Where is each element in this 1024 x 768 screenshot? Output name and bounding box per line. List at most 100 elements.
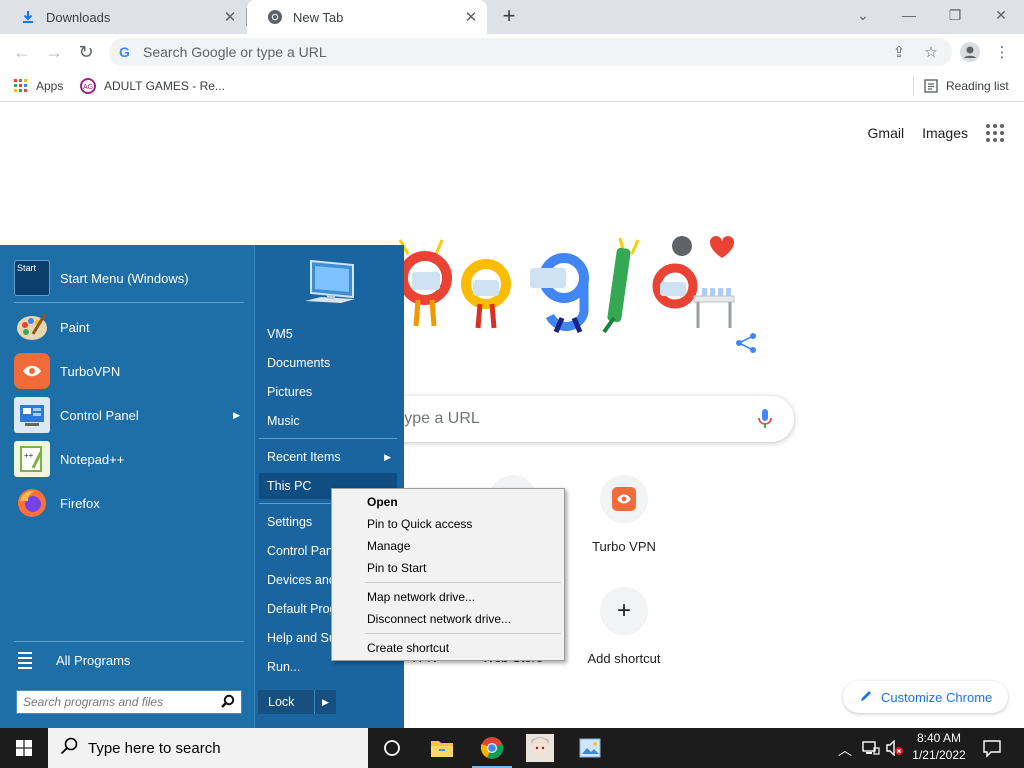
reading-list-label: Reading list: [946, 79, 1009, 93]
shortcut-label: Add shortcut: [587, 651, 661, 666]
google-doodle[interactable]: [380, 228, 770, 378]
windows-start-button[interactable]: [0, 728, 48, 768]
site-favicon-icon: AG: [80, 78, 96, 94]
show-hidden-icons-chevron-icon[interactable]: ︿: [838, 740, 852, 760]
clock-time: 8:40 AM: [916, 731, 962, 745]
start-item-firefox[interactable]: Firefox: [14, 483, 250, 523]
recent-items-label: Recent Items: [267, 450, 341, 464]
ntp-search-box[interactable]: r type a URL: [380, 396, 794, 442]
customize-label: Customize Chrome: [881, 689, 993, 705]
start-item-turbovpn[interactable]: TurboVPN: [14, 351, 250, 391]
computer-icon: [301, 257, 359, 318]
submenu-arrow-icon: ▶: [233, 409, 240, 420]
google-g-icon: G: [119, 44, 130, 60]
start-item-paint[interactable]: Paint: [14, 307, 250, 347]
restore-icon[interactable]: ❐: [932, 0, 978, 30]
bookmark-adult-games[interactable]: AG ADULT GAMES - Re...: [80, 76, 225, 96]
control-panel-icon: [14, 397, 50, 433]
folder-icon: [431, 741, 453, 757]
reading-list-button[interactable]: Reading list: [924, 76, 1009, 96]
search-icon[interactable]: [221, 694, 235, 713]
tab-search-icon[interactable]: ⌄: [840, 0, 886, 30]
context-item-create-shortcut[interactable]: Create shortcut: [334, 637, 562, 659]
svg-text:++: ++: [24, 451, 34, 460]
bookmark-star-icon[interactable]: ☆: [919, 40, 943, 64]
taskbar-chrome[interactable]: [468, 728, 516, 768]
doodle-share-icon[interactable]: [736, 333, 756, 353]
image-viewer-icon: [579, 738, 601, 758]
customize-chrome-button[interactable]: Customize Chrome: [843, 681, 1008, 713]
places-user-folder[interactable]: VM5: [259, 321, 397, 347]
gmail-link[interactable]: Gmail: [868, 125, 905, 141]
taskbar: Type here to search ︿ 8:40 AM 1/21/2022: [0, 728, 1024, 768]
taskbar-clock[interactable]: 8:40 AM 1/21/2022: [895, 730, 983, 766]
search-icon: [60, 737, 78, 759]
close-window-icon[interactable]: ✕: [978, 0, 1024, 30]
new-tab-button[interactable]: +: [498, 5, 520, 28]
taskbar-search-box[interactable]: Type here to search: [48, 728, 368, 768]
taskbar-search-placeholder: Type here to search: [88, 739, 221, 757]
task-view-icon: [384, 740, 400, 756]
tab-new-tab[interactable]: New Tab ✕: [247, 0, 487, 34]
context-item-map-network-drive[interactable]: Map network drive...: [334, 586, 562, 608]
back-icon[interactable]: ←: [10, 40, 34, 64]
bookmark-label: Apps: [36, 79, 64, 93]
lock-options-arrow-icon[interactable]: ▶: [314, 690, 336, 714]
start-item-start-menu-windows[interactable]: Start Start Menu (Windows): [14, 258, 250, 298]
chrome-icon: [267, 9, 283, 25]
minimize-icon[interactable]: —: [886, 0, 932, 30]
start-item-notepadpp[interactable]: ++ Notepad++: [14, 439, 250, 479]
browser-toolbar: ← → ↻ G ⇪ ☆ ⋮: [0, 34, 1024, 70]
start-search-box[interactable]: [16, 690, 242, 714]
shortcut-turbo-vpn[interactable]: Turbo VPN: [568, 475, 680, 554]
address-bar[interactable]: G ⇪ ☆: [109, 38, 952, 66]
images-link[interactable]: Images: [922, 125, 968, 141]
places-music[interactable]: Music: [259, 408, 397, 434]
omnibox-input[interactable]: [143, 44, 843, 60]
bookmark-apps[interactable]: Apps: [14, 76, 63, 96]
network-icon[interactable]: [862, 740, 880, 761]
forward-icon[interactable]: →: [42, 40, 66, 64]
start-search-input[interactable]: [23, 695, 219, 709]
taskbar-game-app[interactable]: [516, 728, 564, 768]
tab-label: Downloads: [46, 9, 111, 25]
list-icon: [18, 651, 32, 669]
plus-icon: +: [600, 587, 648, 635]
firefox-icon: [14, 485, 50, 521]
voice-search-icon[interactable]: [758, 409, 772, 434]
profile-icon[interactable]: [958, 40, 982, 64]
taskbar-photos[interactable]: [566, 728, 614, 768]
places-recent-items[interactable]: Recent Items ▶: [259, 444, 397, 470]
context-menu: Open Pin to Quick access Manage Pin to S…: [331, 488, 565, 661]
task-view-button[interactable]: [368, 728, 416, 768]
tab-downloads[interactable]: Downloads ✕: [0, 0, 246, 34]
context-item-pin-to-start[interactable]: Pin to Start: [334, 557, 562, 579]
tab-strip: Downloads ✕ New Tab ✕ + ⌄ — ❐ ✕: [0, 0, 1024, 34]
context-item-open[interactable]: Open: [334, 491, 562, 513]
turbovpn-icon: [600, 475, 648, 523]
context-item-disconnect-network-drive[interactable]: Disconnect network drive...: [334, 608, 562, 630]
share-icon[interactable]: ⇪: [887, 40, 911, 64]
chrome-menu-icon[interactable]: ⋮: [990, 40, 1014, 64]
taskbar-file-explorer[interactable]: [418, 728, 466, 768]
start-item-label: Notepad++: [60, 451, 125, 467]
reload-icon[interactable]: ↻: [74, 40, 98, 64]
context-item-pin-quick-access[interactable]: Pin to Quick access: [334, 513, 562, 535]
close-tab-icon[interactable]: ✕: [461, 7, 481, 27]
places-documents[interactable]: Documents: [259, 350, 397, 376]
start-item-control-panel[interactable]: Control Panel ▶: [14, 395, 250, 435]
lock-button[interactable]: Lock ▶: [258, 690, 336, 714]
google-apps-icon[interactable]: [986, 124, 1004, 142]
start-item-label: Firefox: [60, 495, 100, 511]
add-shortcut-button[interactable]: + Add shortcut: [568, 587, 680, 666]
submenu-arrow-icon: ▶: [384, 451, 391, 462]
all-programs-button[interactable]: All Programs: [18, 640, 254, 680]
notifications-icon[interactable]: [982, 738, 1002, 763]
reading-list-icon: [924, 79, 938, 93]
places-pictures[interactable]: Pictures: [259, 379, 397, 405]
close-tab-icon[interactable]: ✕: [220, 7, 240, 27]
context-item-manage[interactable]: Manage: [334, 535, 562, 557]
notepadpp-icon: ++: [14, 441, 50, 477]
start-item-label: Control Panel: [60, 407, 139, 423]
all-programs-label: All Programs: [56, 652, 131, 668]
